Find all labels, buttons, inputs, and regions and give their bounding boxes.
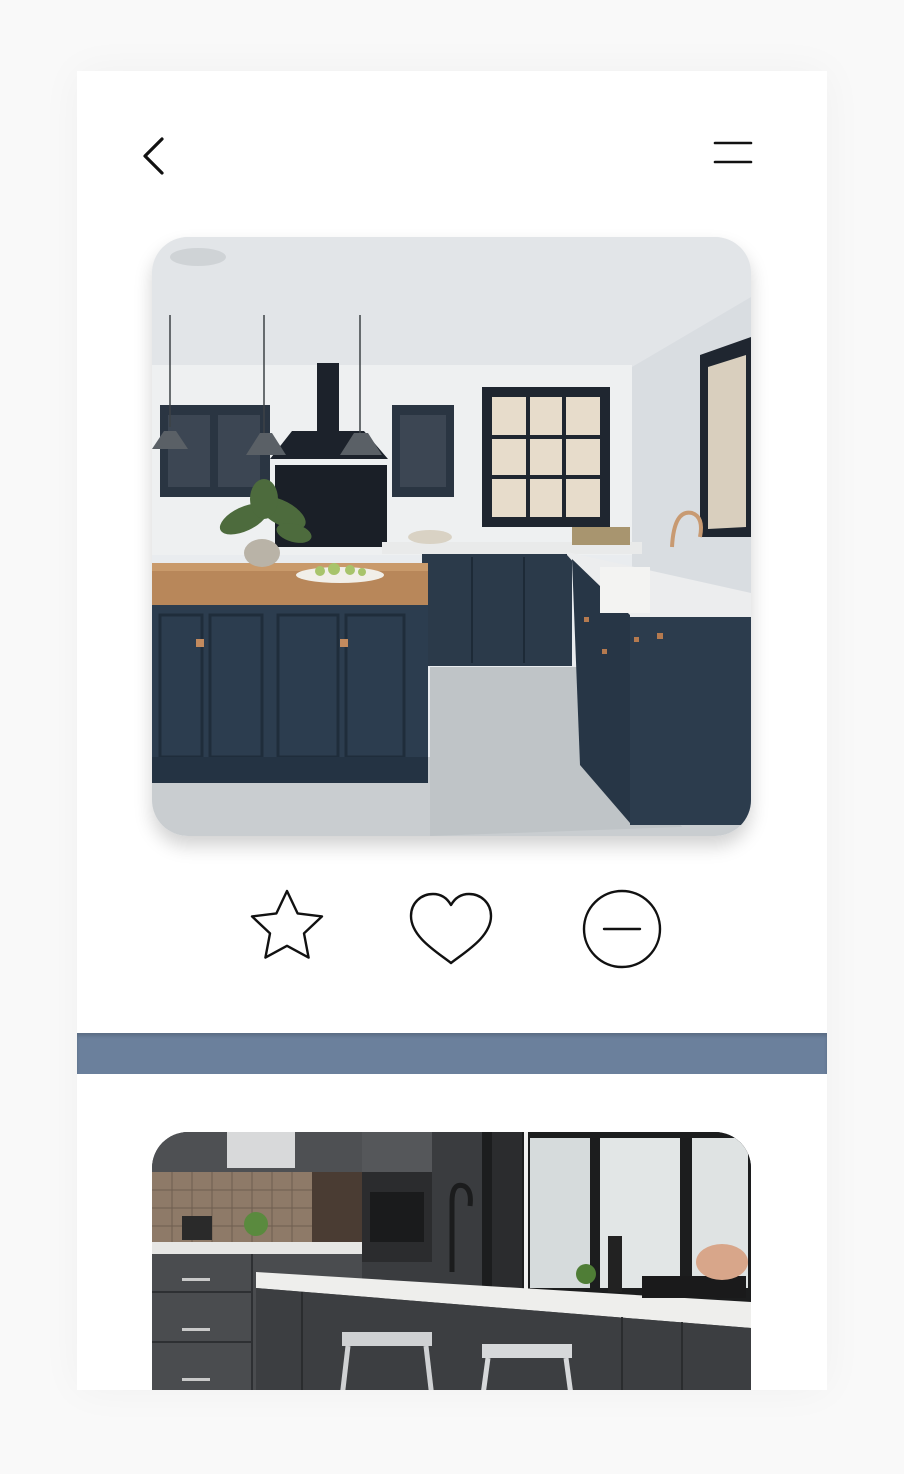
heart-outline-icon [409, 892, 493, 965]
minus-circle-icon [582, 889, 662, 969]
menu-button[interactable] [709, 135, 757, 175]
app-screen [77, 71, 827, 1390]
back-button[interactable] [135, 131, 175, 181]
star-outline-icon [250, 889, 324, 959]
chevron-left-icon [143, 137, 164, 175]
favorite-button[interactable] [245, 885, 329, 969]
kitchen-photo-card[interactable] [152, 237, 751, 836]
kitchen-photo-card-2[interactable] [152, 1132, 751, 1390]
section-divider [77, 1033, 827, 1074]
kitchen-photo-2 [152, 1132, 751, 1390]
hamburger-menu-icon [713, 141, 753, 164]
kitchen-photo [152, 237, 751, 836]
like-button[interactable] [407, 889, 495, 969]
dismiss-button[interactable] [581, 888, 663, 970]
